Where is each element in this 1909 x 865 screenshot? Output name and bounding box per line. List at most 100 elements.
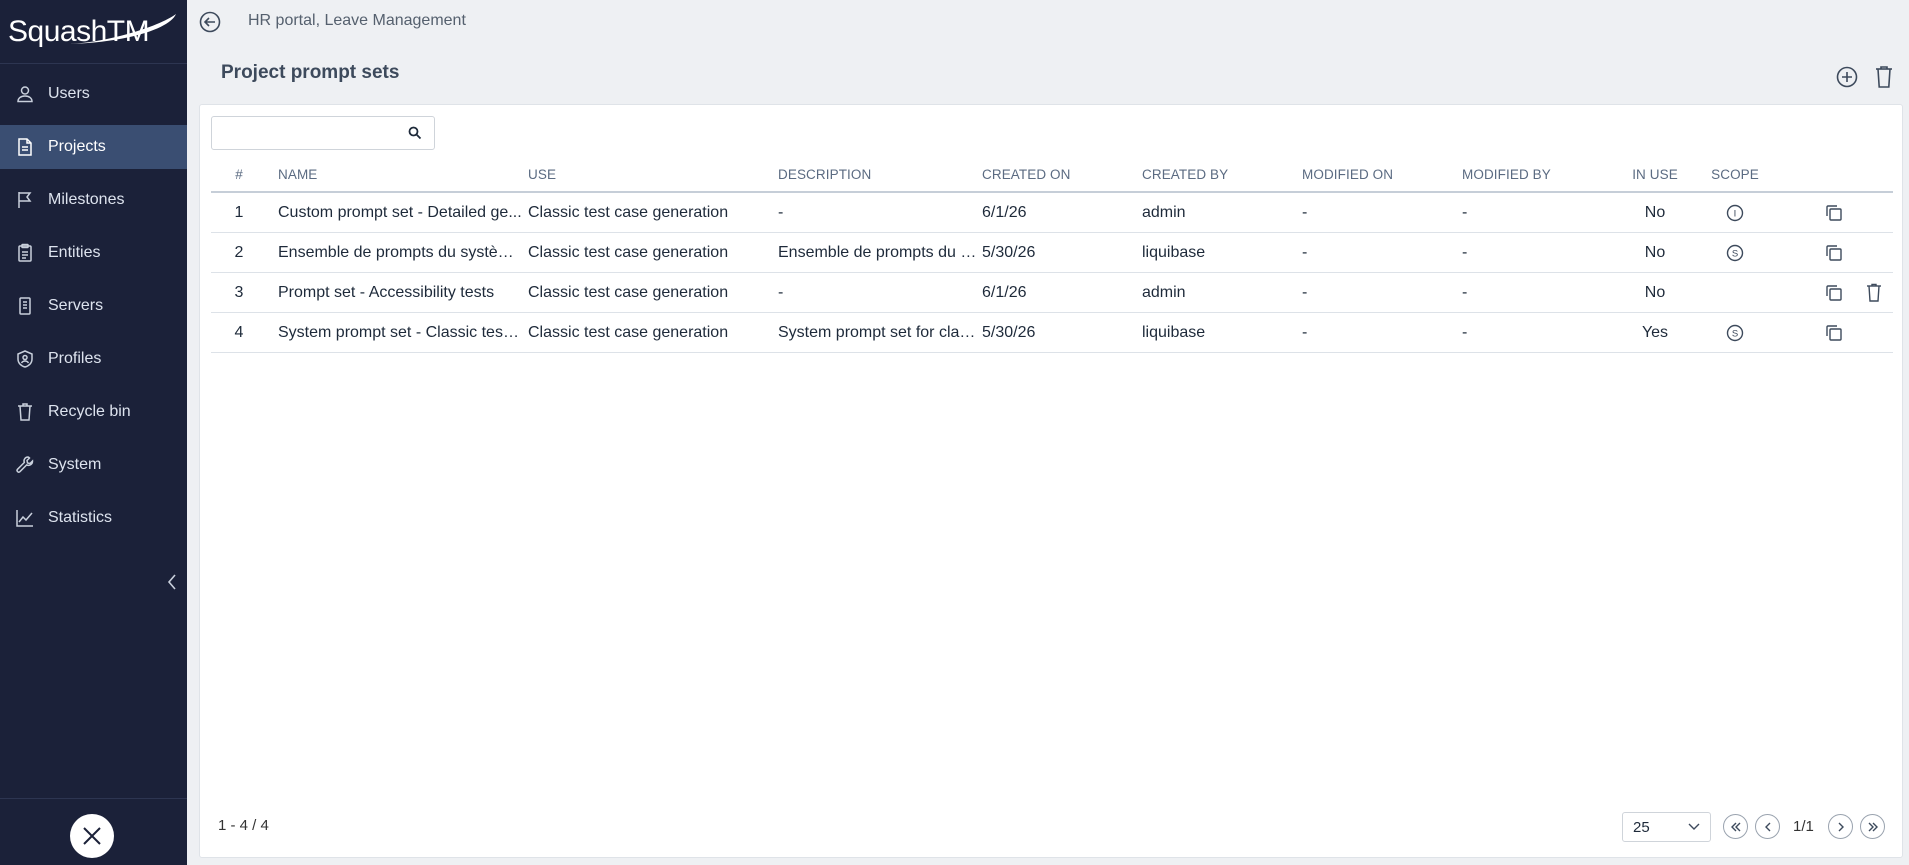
sidebar-item-projects[interactable]: Projects — [0, 125, 187, 169]
page-size-value: 25 — [1633, 818, 1650, 836]
copy-button[interactable] — [1823, 193, 1845, 232]
row-modified-on: - — [1302, 203, 1308, 221]
table-row[interactable]: 4 System prompt set - Classic test ... C… — [211, 313, 1893, 353]
sidebar-item-label: Recycle bin — [48, 403, 131, 420]
row-modified-on: - — [1302, 283, 1308, 301]
table-row[interactable]: 3 Prompt set - Accessibility tests Class… — [211, 273, 1893, 313]
row-description: - — [778, 273, 980, 312]
document-icon — [18, 138, 32, 156]
row-number: 3 — [234, 283, 244, 301]
flag-icon — [18, 192, 32, 208]
scope-letter: I — [1734, 208, 1737, 219]
column-header-created-by[interactable]: CREATED BY — [1142, 157, 1297, 191]
add-icon[interactable] — [1836, 66, 1858, 88]
scope-letter: S — [1732, 328, 1738, 339]
page-size-select[interactable]: 25 — [1622, 812, 1711, 842]
sidebar-item-recycle-bin[interactable]: Recycle bin — [0, 390, 187, 434]
sidebar-item-system[interactable]: System — [0, 443, 187, 487]
double-chevron-right-icon — [1868, 822, 1878, 831]
row-scope: S — [1695, 233, 1775, 272]
column-header-modified-on[interactable]: MODIFIED ON — [1302, 157, 1457, 191]
column-header-modified-by[interactable]: MODIFIED BY — [1462, 157, 1617, 191]
row-use: Classic test case generation — [528, 243, 729, 261]
scope-instance-icon: I — [1726, 204, 1744, 221]
sidebar-footer — [0, 798, 187, 865]
table-row[interactable]: 2 Ensemble de prompts du systèm... Class… — [211, 233, 1893, 273]
column-header-scope[interactable]: SCOPE — [1695, 157, 1775, 191]
trash-icon — [1867, 283, 1881, 302]
previous-page-button[interactable] — [1755, 814, 1780, 839]
row-use: Classic test case generation — [528, 203, 729, 221]
row-delete-button[interactable] — [1863, 273, 1885, 312]
row-modified-by: - — [1462, 203, 1468, 221]
row-name-text: System prompt set - Classic test ... — [278, 323, 523, 341]
sidebar-item-profiles[interactable]: Profiles — [0, 337, 187, 381]
row-description: - — [778, 193, 980, 232]
breadcrumb: HR portal, Leave Management — [248, 12, 466, 29]
sidebar-item-label: Servers — [48, 297, 104, 314]
row-in-use: Yes — [1641, 323, 1669, 341]
row-name[interactable]: Ensemble de prompts du systèm... — [278, 233, 523, 272]
page-title: Project prompt sets — [221, 62, 400, 83]
chevron-left-icon[interactable] — [164, 572, 180, 592]
row-name[interactable]: System prompt set - Classic test ... — [278, 313, 523, 352]
row-description: Ensemble de prompts du s... — [778, 233, 980, 272]
sidebar-item-milestones[interactable]: Milestones — [0, 178, 187, 222]
copy-button[interactable] — [1823, 313, 1845, 352]
search-input[interactable] — [212, 117, 392, 149]
row-name[interactable]: Prompt set - Accessibility tests — [278, 273, 523, 312]
first-page-button[interactable] — [1723, 814, 1748, 839]
scope-system-icon: S — [1726, 244, 1744, 261]
scope-letter: S — [1732, 248, 1738, 259]
search-icon[interactable] — [408, 126, 422, 140]
sidebar-item-users[interactable]: Users — [0, 72, 187, 116]
table-row[interactable]: 1 Custom prompt set - Detailed ge... Cla… — [211, 193, 1893, 233]
sidebar-item-statistics[interactable]: Statistics — [0, 496, 187, 540]
row-name-text: Custom prompt set - Detailed ge... — [278, 203, 522, 221]
row-use: Classic test case generation — [528, 323, 729, 341]
close-button[interactable] — [70, 814, 114, 858]
scope-system-icon: S — [1726, 324, 1744, 341]
column-header-name[interactable]: NAME — [278, 157, 523, 191]
last-page-button[interactable] — [1860, 814, 1885, 839]
row-in-use: No — [1644, 243, 1666, 261]
row-description-text: - — [778, 283, 784, 301]
row-number: 4 — [234, 323, 244, 341]
column-header-number[interactable]: # — [211, 157, 267, 191]
column-header-description[interactable]: DESCRIPTION — [778, 157, 980, 191]
row-created-on: 6/1/26 — [982, 203, 1027, 221]
sidebar-item-label: Projects — [48, 138, 106, 155]
row-name-text: Prompt set - Accessibility tests — [278, 283, 495, 301]
row-description-text: Ensemble de prompts du s... — [778, 243, 980, 261]
row-modified-on: - — [1302, 323, 1308, 341]
table-header: # NAME USE DESCRIPTION CREATED ON CREATE… — [211, 157, 1893, 193]
sidebar: SquashTM Users Projects Milestones Entit… — [0, 0, 187, 865]
copy-button[interactable] — [1823, 233, 1845, 272]
page-indicator: 1/1 — [1793, 818, 1814, 835]
row-modified-on: - — [1302, 243, 1308, 261]
row-count: 1 - 4 / 4 — [218, 817, 269, 834]
trash-icon — [18, 403, 32, 421]
column-header-use[interactable]: USE — [528, 157, 773, 191]
sidebar-item-label: Statistics — [48, 509, 113, 526]
content-panel: # NAME USE DESCRIPTION CREATED ON CREATE… — [199, 104, 1903, 858]
search-box — [211, 116, 435, 150]
server-icon — [19, 297, 31, 315]
column-header-created-on[interactable]: CREATED ON — [982, 157, 1137, 191]
sidebar-item-servers[interactable]: Servers — [0, 284, 187, 328]
copy-button[interactable] — [1823, 273, 1845, 312]
next-page-button[interactable] — [1828, 814, 1853, 839]
row-name[interactable]: Custom prompt set - Detailed ge... — [278, 193, 523, 232]
row-created-on: 6/1/26 — [982, 283, 1027, 301]
sidebar-item-entities[interactable]: Entities — [0, 231, 187, 275]
column-header-in-use[interactable]: IN USE — [1615, 157, 1695, 191]
sidebar-item-label: Users — [48, 85, 90, 102]
row-created-on: 5/30/26 — [982, 323, 1036, 341]
prompt-sets-table: # NAME USE DESCRIPTION CREATED ON CREATE… — [211, 157, 1893, 353]
row-created-by: liquibase — [1142, 323, 1206, 341]
delete-icon[interactable] — [1874, 65, 1894, 89]
back-arrow-icon[interactable] — [199, 11, 221, 33]
logo-text: SquashTM — [8, 14, 150, 48]
row-scope: S — [1695, 313, 1775, 352]
top-bar: HR portal, Leave Management — [187, 0, 1909, 44]
